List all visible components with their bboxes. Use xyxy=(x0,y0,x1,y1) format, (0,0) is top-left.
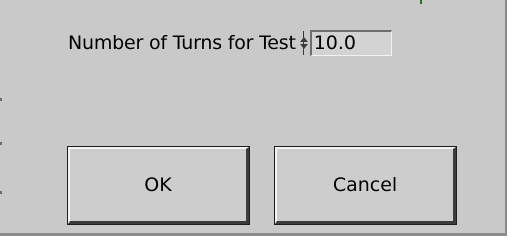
ok-button[interactable]: OK xyxy=(68,147,249,224)
turns-value-input[interactable]: 10.0 xyxy=(309,30,392,56)
cancel-button[interactable]: Cancel xyxy=(275,147,456,224)
edge-tick xyxy=(0,142,2,145)
stepper-track xyxy=(302,31,304,55)
edge-tick xyxy=(0,98,2,101)
turns-stepper[interactable] xyxy=(299,28,309,58)
stepper-down-arrow-icon[interactable] xyxy=(299,44,308,49)
turns-dialog: Number of Turns for Test 10.0 OK Cancel xyxy=(0,0,507,236)
window-edge-marker xyxy=(420,0,422,4)
edge-tick xyxy=(0,191,2,194)
turns-field-label: Number of Turns for Test xyxy=(68,32,296,54)
turns-field-row: Number of Turns for Test 10.0 xyxy=(68,28,392,58)
stepper-up-arrow-icon[interactable] xyxy=(299,37,308,42)
